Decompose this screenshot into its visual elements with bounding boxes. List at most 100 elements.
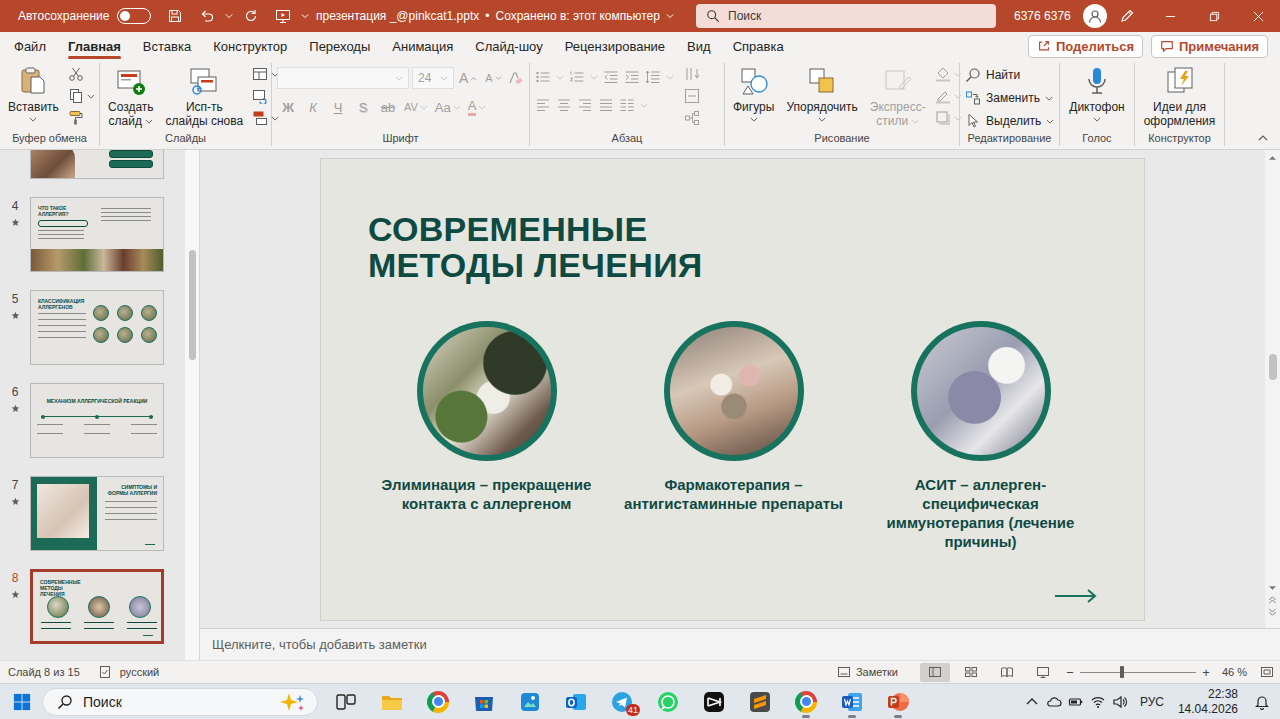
zoom-out-button[interactable]: − [1064,665,1076,680]
zoom-in-button[interactable]: + [1200,665,1212,680]
restore-button[interactable] [1192,0,1236,32]
previous-slide-icon[interactable] [1268,596,1277,604]
ribbon-tab[interactable]: Вид [676,32,722,60]
start-button[interactable] [10,690,34,714]
save-icon[interactable] [167,8,183,24]
taskbar-app[interactable] [786,685,826,719]
scroll-up-icon[interactable] [1268,154,1277,162]
input-language[interactable]: РУС [1140,695,1164,709]
comments-button[interactable]: Примечания [1151,35,1268,58]
chevron-down-icon[interactable] [666,75,674,80]
copy-button[interactable] [68,88,95,104]
search-box[interactable]: Поиск [696,4,996,28]
minimize-button[interactable] [1148,0,1192,32]
slide-thumbnail[interactable]: КЛАССИФИКАЦИЯ АЛЛЕРГЕНОВ [30,290,164,365]
battery-icon[interactable] [1068,694,1084,710]
copilot-sparkle-icon[interactable] [279,692,307,712]
thumbnail-row[interactable]: 5КЛАССИФИКАЦИЯ АЛЛЕРГЕНОВ [0,290,185,383]
title-chevron-icon[interactable] [666,13,674,19]
ribbon-tab[interactable]: Переходы [298,32,381,60]
section-button[interactable] [252,110,279,126]
taskbar-app[interactable] [648,685,688,719]
slide[interactable]: СОВРЕМЕННЫЕМЕТОДЫ ЛЕЧЕНИЯЭлиминация – пр… [320,158,1145,621]
redo-icon[interactable] [243,8,259,24]
quick-styles-button[interactable]: Экспресс-стили [867,63,929,128]
select-button[interactable]: Выделить [965,112,1054,130]
ribbon-tab[interactable]: Анимация [381,32,464,60]
shape-effects-button[interactable] [935,110,962,126]
taskbar-app[interactable] [832,685,872,719]
format-button[interactable]: A [466,96,489,118]
taskbar-app[interactable] [464,685,504,719]
pen-icon[interactable] [1119,8,1135,24]
ribbon-tab[interactable]: Справка [722,32,795,60]
next-slide-icon[interactable] [1268,608,1277,616]
scissors-icon[interactable] [68,66,84,82]
notes-button[interactable]: Заметки [837,665,898,679]
font-size-field[interactable]: 24 [412,67,454,89]
spell-check-icon[interactable] [98,665,112,679]
format-button[interactable]: К [302,96,324,118]
view-button[interactable] [956,663,986,682]
shape-fill-button[interactable] [935,66,962,82]
align-center-icon[interactable] [556,97,572,113]
user-name[interactable]: 6376 6376 [1014,9,1071,23]
document-title[interactable]: презентация _@pinkcat1.pptx•Сохранено в:… [308,9,688,23]
thumbnail-row[interactable]: 4ЧТО ТАКОЕ АЛЛЕРГИЯ? [0,197,185,290]
view-button[interactable] [920,663,950,682]
taskbar-app[interactable] [878,685,918,719]
font-size-step-button[interactable]: A [457,67,479,89]
chevron-down-icon[interactable] [556,75,564,80]
slide-title[interactable]: СОВРЕМЕННЫЕМЕТОДЫ ЛЕЧЕНИЯ [368,211,1144,283]
slide-thumbnail[interactable] [30,150,164,179]
slide-thumbnail[interactable]: СОВРЕМЕННЫЕ МЕТОДЫ ЛЕЧЕНИЯ [30,569,164,644]
ribbon-tab[interactable]: Конструктор [202,32,298,60]
autosave-toggle[interactable] [117,8,151,24]
format-painter-icon[interactable] [68,110,84,126]
chevron-down-icon[interactable] [590,75,598,80]
find-button[interactable]: Найти [965,66,1054,84]
thumbnail-row[interactable] [0,150,185,197]
font-size-step-button[interactable]: A [482,67,504,89]
thumbnail-row[interactable]: 8СОВРЕМЕННЫЕ МЕТОДЫ ЛЕЧЕНИЯ [0,569,185,660]
align-text-icon[interactable] [684,88,700,104]
close-button[interactable] [1236,0,1280,32]
increase-indent-icon[interactable] [624,69,640,85]
show-hidden-icons-icon[interactable] [1024,694,1040,710]
format-button[interactable]: Ч [327,96,349,118]
clear-formatting-icon[interactable] [507,70,523,86]
avatar[interactable] [1083,4,1107,28]
ribbon-tab[interactable]: Главная [57,32,132,60]
taskbar-app[interactable]: 41 [602,685,642,719]
wifi-icon[interactable] [1090,694,1106,710]
font-name-field[interactable] [277,67,409,89]
dictate-button[interactable]: Диктофон [1066,63,1127,122]
taskbar-app[interactable] [556,685,596,719]
photo-frame[interactable] [417,321,557,461]
start-slideshow-icon[interactable] [275,8,291,24]
zoom-slider[interactable] [1080,665,1196,679]
format-button[interactable]: S [352,96,374,118]
undo-menu-chevron-icon[interactable] [225,13,233,19]
zoom-level[interactable]: 46 % [1222,666,1252,678]
ribbon-tab[interactable]: Рецензирование [554,32,676,60]
share-button[interactable]: Поделиться [1028,35,1143,58]
format-button[interactable]: Ж [277,96,299,118]
scroll-down-icon[interactable] [1268,584,1277,592]
text-direction-icon[interactable] [684,66,700,82]
photo-frame[interactable] [664,321,804,461]
view-button[interactable] [1028,663,1058,682]
thumbnail-row[interactable]: 7СИМПТОМЫ И ФОРМЫ АЛЛЕРГИИ [0,476,185,569]
slide-thumbnail[interactable]: ЧТО ТАКОЕ АЛЛЕРГИЯ? [30,197,164,272]
chevron-down-icon[interactable] [640,103,648,108]
ribbon-tab[interactable]: Вставка [132,32,202,60]
shapes-button[interactable]: Фигуры [730,63,777,122]
view-button[interactable] [992,663,1022,682]
taskbar-search[interactable]: Поиск [42,688,318,716]
photo-frame[interactable] [911,321,1051,461]
decrease-indent-icon[interactable] [603,69,619,85]
collapse-ribbon-icon[interactable] [1258,135,1268,141]
next-arrow-icon[interactable] [1054,588,1098,604]
bullets-icon[interactable] [535,69,551,85]
thumbnail-row[interactable]: 6МЕХАНИЗМ АЛЛЕРГИЧЕСКОЙ РЕАКЦИИ [0,383,185,476]
